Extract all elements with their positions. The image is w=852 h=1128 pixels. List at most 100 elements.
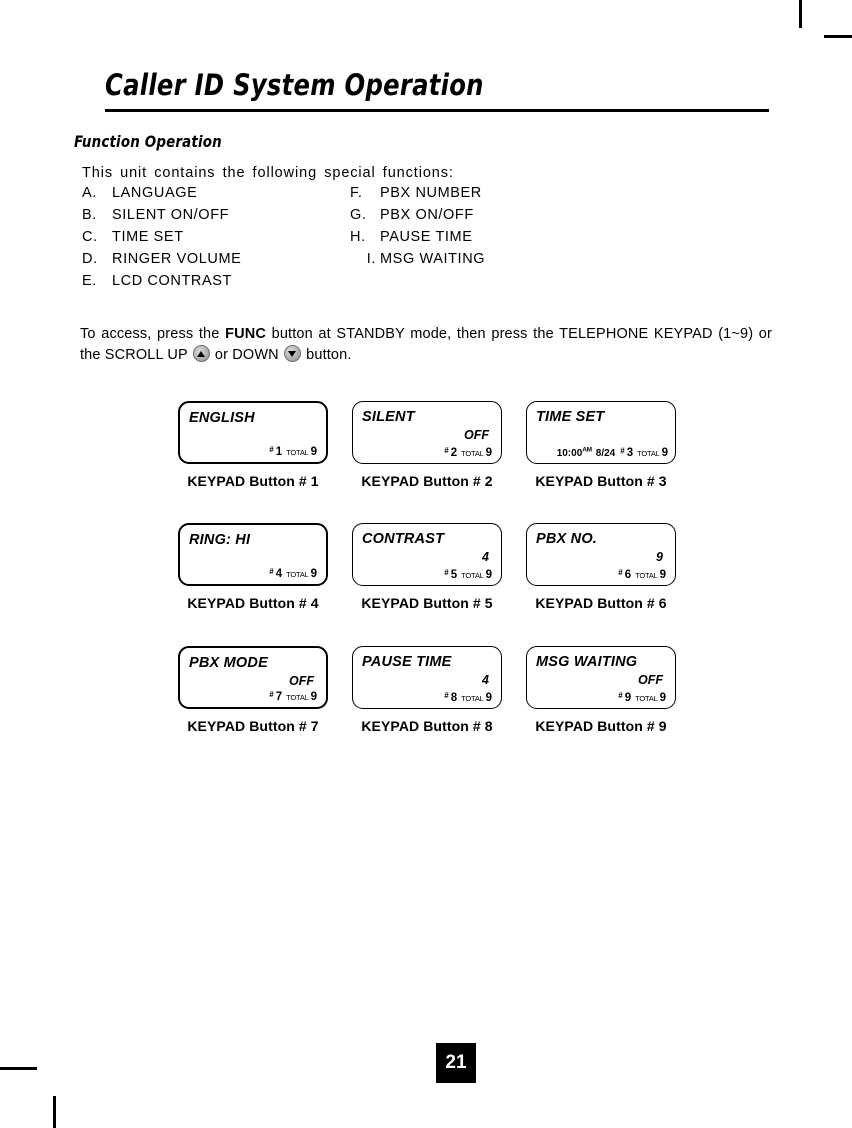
intro-text: This unit contains the following special… — [82, 165, 454, 181]
lcd-total-number: 9 — [485, 692, 492, 704]
lcd-primary-text: SILENT — [362, 409, 415, 425]
function-item-label: LCD CONTRAST — [112, 273, 232, 289]
lcd-secondary-text: 4 — [482, 550, 489, 564]
lcd-total-number: 9 — [659, 692, 666, 704]
hash-symbol: # — [618, 568, 623, 577]
lcd-secondary-text: OFF — [638, 673, 663, 687]
chapter-title-block: Caller ID System Operation — [105, 68, 769, 102]
lcd-caption-8: KEYPAD Button # 8 — [361, 718, 493, 734]
lcd-caption-3: KEYPAD Button # 3 — [535, 473, 667, 489]
section-heading: Function Operation — [74, 132, 222, 151]
lcd-total-label: TOTAL — [286, 448, 309, 457]
lcd-caption-2: KEYPAD Button # 2 — [361, 473, 493, 489]
lcd-date-value: 8/24 — [595, 448, 616, 459]
lcd-caption-7: KEYPAD Button # 7 — [187, 718, 319, 734]
lcd-time-value: 10:00 — [556, 448, 583, 459]
function-item-letter: I. — [366, 251, 376, 267]
lcd-cell-9: MSG WAITING OFF #9 TOTAL 9 KEYPAD Button #… — [526, 646, 676, 734]
function-item-letter: B. — [82, 207, 97, 223]
function-item-f: F. PBX NUMBER — [350, 185, 482, 201]
lcd-total-label: TOTAL — [461, 694, 484, 703]
lcd-total-number: 9 — [310, 446, 317, 458]
lcd-primary-text: RING: HI — [189, 532, 251, 548]
function-item-b: B. SILENT ON/OFF — [82, 207, 229, 223]
function-item-letter: A. — [82, 185, 97, 201]
lcd-index-number: 2 — [450, 447, 458, 459]
lcd-total-number: 9 — [485, 447, 492, 459]
hash-symbol: # — [269, 567, 274, 576]
lcd-status-line: #4 TOTAL 9 — [269, 566, 318, 581]
triangle-down-icon[interactable] — [283, 345, 301, 362]
lcd-primary-text: PBX MODE — [189, 655, 268, 671]
lcd-caption-6: KEYPAD Button # 6 — [535, 595, 667, 611]
lcd-total-label: TOTAL — [635, 694, 658, 703]
function-list-row: B. SILENT ON/OFF G. PBX ON/OFF — [82, 207, 742, 229]
function-item-letter: F. — [350, 185, 363, 201]
lcd-cell-2: SILENT OFF #2 TOTAL 9 KEYPAD Button # 2 — [352, 401, 502, 489]
lcd-status-line: #9 TOTAL 9 — [618, 690, 667, 705]
lcd-caption-1: KEYPAD Button # 1 — [187, 473, 319, 489]
page-number-badge: 21 — [436, 1043, 476, 1083]
function-item-label: TIME SET — [112, 229, 184, 245]
hash-symbol: # — [618, 691, 623, 700]
lcd-cell-3: TIME SET 10:00AM 8/24 #3 TOTAL 9 KEYPAD Butt… — [526, 401, 676, 489]
function-item-label: PBX ON/OFF — [380, 207, 474, 223]
lcd-secondary-text: 4 — [482, 673, 489, 687]
lcd-primary-text: CONTRAST — [362, 531, 445, 547]
lcd-primary-text: ENGLISH — [189, 410, 255, 426]
hash-symbol: # — [444, 568, 449, 577]
function-list-row: D. RINGER VOLUME I. MSG WAITING — [82, 251, 742, 273]
func-button-keyword: FUNC — [225, 326, 266, 342]
lcd-display-8: PAUSE TIME 4 #8 TOTAL 9 — [352, 646, 502, 709]
lcd-total-number: 9 — [661, 447, 668, 459]
lcd-display-6: PBX NO. 9 #6 TOTAL 9 — [526, 523, 676, 586]
function-list-row: A. LANGUAGE F. PBX NUMBER — [82, 185, 742, 207]
lcd-display-9: MSG WAITING OFF #9 TOTAL 9 — [526, 646, 676, 709]
lcd-index-number: 7 — [275, 691, 283, 703]
lcd-caption-5: KEYPAD Button # 5 — [361, 595, 493, 611]
hash-symbol: # — [620, 446, 625, 455]
lcd-display-3: TIME SET 10:00AM 8/24 #3 TOTAL 9 — [526, 401, 676, 464]
function-item-label: MSG WAITING — [380, 251, 486, 267]
lcd-status-line: #7 TOTAL 9 — [269, 689, 318, 704]
lcd-index-number: 1 — [275, 446, 283, 458]
access-text-part1: To access, press the — [80, 326, 226, 342]
lcd-status-line: #6 TOTAL 9 — [618, 567, 667, 582]
lcd-display-5: CONTRAST 4 #5 TOTAL 9 — [352, 523, 502, 586]
lcd-secondary-text: OFF — [289, 674, 314, 688]
lcd-secondary-text: OFF — [464, 428, 489, 442]
lcd-cell-6: PBX NO. 9 #6 TOTAL 9 KEYPAD Button # 6 — [526, 523, 676, 611]
lcd-total-label: TOTAL — [637, 449, 660, 458]
lcd-clock-time: 10:00AM — [556, 447, 592, 459]
triangle-up-icon[interactable] — [192, 345, 210, 362]
lcd-cell-1: ENGLISH #1 TOTAL 9 KEYPAD Button # 1 — [178, 401, 328, 489]
lcd-total-number: 9 — [310, 568, 317, 580]
access-text-part4: button. — [301, 347, 352, 363]
lcd-status-line: 10:00AM 8/24 #3 TOTAL 9 — [533, 445, 669, 460]
lcd-total-label: TOTAL — [461, 571, 484, 580]
page-title: Caller ID System Operation — [105, 68, 484, 102]
lcd-index-number: 9 — [624, 692, 632, 704]
function-item-h: H. PAUSE TIME — [350, 229, 472, 245]
lcd-primary-text: PAUSE TIME — [362, 654, 452, 670]
manual-page: Caller ID System Operation Function Oper… — [0, 0, 852, 1128]
access-text-part3: or DOWN — [210, 347, 283, 363]
lcd-secondary-text: 9 — [656, 550, 663, 564]
lcd-cell-4: RING: HI #4 TOTAL 9 KEYPAD Button # 4 — [178, 523, 328, 611]
lcd-total-number: 9 — [485, 569, 492, 581]
lcd-total-number: 9 — [659, 569, 666, 581]
lcd-total-label: TOTAL — [635, 571, 658, 580]
function-item-g: G. PBX ON/OFF — [350, 207, 474, 223]
lcd-cell-8: PAUSE TIME 4 #8 TOTAL 9 KEYPAD Button # 8 — [352, 646, 502, 734]
function-item-a: A. LANGUAGE — [82, 185, 197, 201]
function-item-label: LANGUAGE — [112, 185, 198, 201]
lcd-index-number: 6 — [624, 569, 632, 581]
lcd-cell-7: PBX MODE OFF #7 TOTAL 9 KEYPAD Button # 7 — [178, 646, 328, 734]
lcd-total-number: 9 — [310, 691, 317, 703]
lcd-caption-4: KEYPAD Button # 4 — [187, 595, 319, 611]
function-item-label: PBX NUMBER — [380, 185, 482, 201]
function-item-letter: G. — [350, 207, 367, 223]
function-item-letter: E. — [82, 273, 97, 289]
function-item-d: D. RINGER VOLUME — [82, 251, 241, 267]
function-item-label: PAUSE TIME — [380, 229, 473, 245]
